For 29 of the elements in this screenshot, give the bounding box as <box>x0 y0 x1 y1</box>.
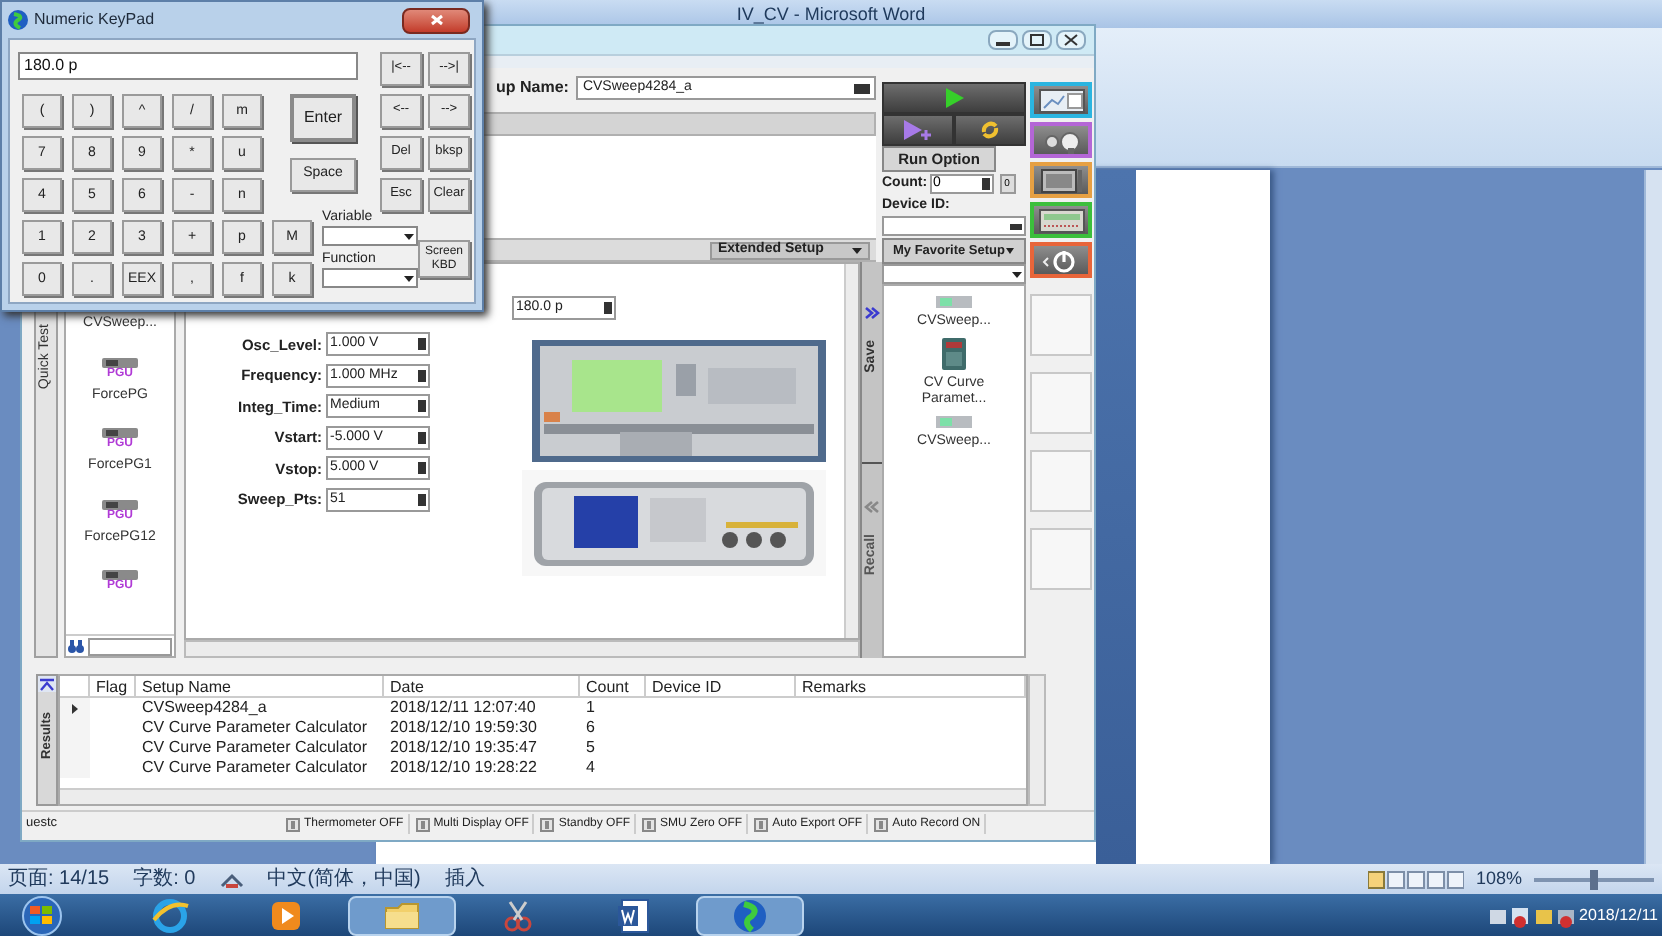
window-title: IV_CV - Microsoft Word <box>736 5 926 23</box>
status-text: 页面: 14/15 <box>8 869 110 889</box>
status-text: 插入 <box>444 869 485 889</box>
status-text: 中文(简体，中国) <box>267 869 421 889</box>
column-header[interactable]: Date <box>384 676 580 696</box>
window-title: Numeric KeyPad <box>34 8 157 32</box>
table-cell-text: 2018/12/10 19:59:30 <box>388 718 539 738</box>
table-cell-text: CV Curve Parameter Calculator <box>140 758 369 778</box>
table-cell-text: CVSweep4284_a <box>140 698 269 718</box>
table-cell-text: 2018/12/10 19:35:47 <box>388 738 539 758</box>
table-cell-text: 6 <box>584 718 597 738</box>
table-cell-text: 2018/12/11 12:07:40 <box>388 698 538 718</box>
column-header[interactable]: Device ID <box>646 676 796 696</box>
enter-button[interactable]: Enter <box>290 94 356 142</box>
table-cell-text: 5 <box>584 738 597 758</box>
setup-name-label: up Name: <box>496 76 569 100</box>
column-header[interactable]: Remarks <box>796 676 1026 696</box>
table-cell-text: CV Curve Parameter Calculator <box>140 718 369 738</box>
table-cell-text: 4 <box>584 758 597 778</box>
zoom-level: 108% <box>1475 865 1522 892</box>
input-field[interactable]: 180.0 p <box>18 52 358 80</box>
clock-date: 2018/12/11 <box>1579 907 1658 927</box>
column-header[interactable]: Count <box>580 676 646 696</box>
table-cell-text: CV Curve Parameter Calculator <box>140 738 369 758</box>
column-header[interactable]: Flag <box>90 676 136 696</box>
status-text: 字数: 0 <box>133 869 196 889</box>
table-cell-text: 2018/12/10 19:28:22 <box>388 758 539 778</box>
table-cell-text: 1 <box>584 698 597 718</box>
column-header[interactable]: Setup Name <box>136 676 384 696</box>
